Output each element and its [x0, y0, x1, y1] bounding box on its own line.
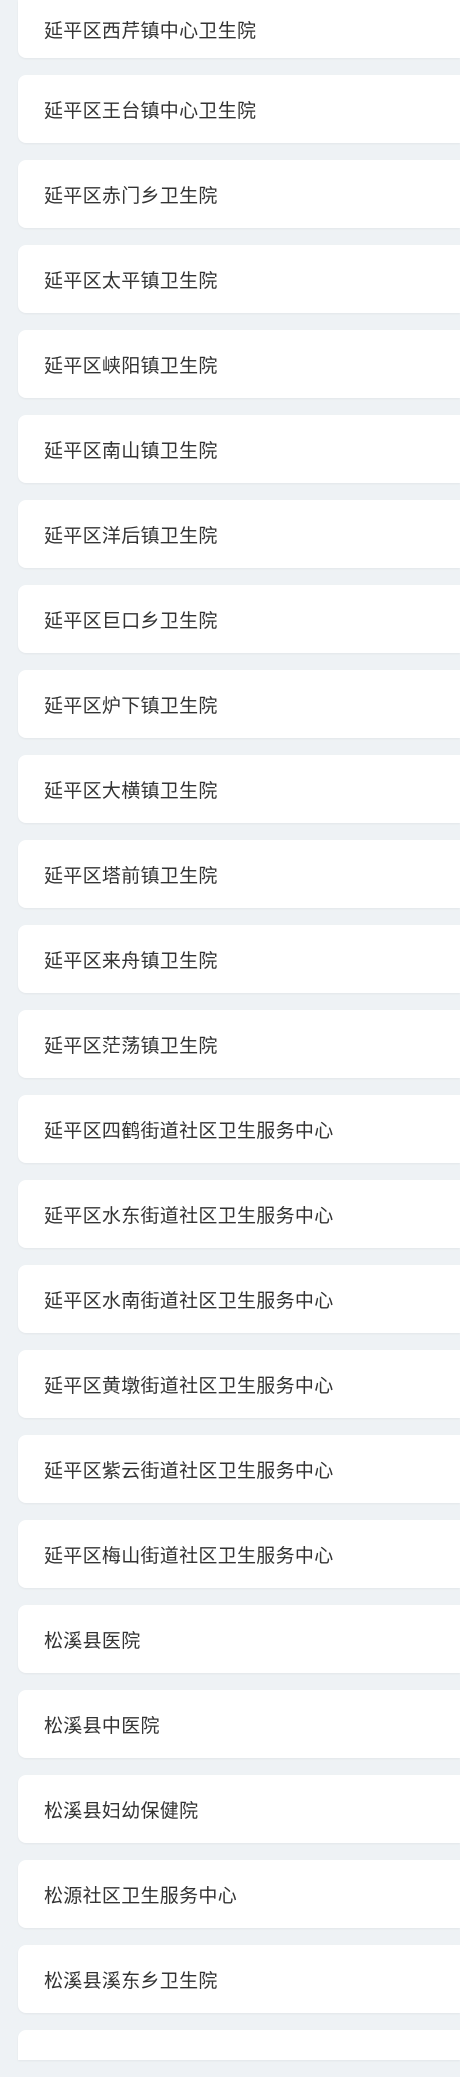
list-item-label: 松溪县中医院 [44, 1714, 160, 1737]
list-item-label: 延平区四鹤街道社区卫生服务中心 [44, 1119, 334, 1142]
list-item-label: 延平区炉下镇卫生院 [44, 694, 218, 717]
list-item[interactable]: 延平区太平镇卫生院 [18, 245, 460, 313]
list-item-label: 延平区水南街道社区卫生服务中心 [44, 1289, 334, 1312]
list-item[interactable]: 松源社区卫生服务中心 [18, 1860, 460, 1928]
list-item[interactable]: 延平区四鹤街道社区卫生服务中心 [18, 1095, 460, 1163]
list-item[interactable]: 延平区巨口乡卫生院 [18, 585, 460, 653]
list-item-label: 延平区王台镇中心卫生院 [44, 99, 257, 122]
list-item-label: 松溪县溪东乡卫生院 [44, 1969, 218, 1992]
list-item[interactable]: 延平区峡阳镇卫生院 [18, 330, 460, 398]
list-item-label: 延平区洋后镇卫生院 [44, 524, 218, 547]
list-item-label: 延平区黄墩街道社区卫生服务中心 [44, 1374, 334, 1397]
list-item[interactable]: 延平区塔前镇卫生院 [18, 840, 460, 908]
list-item-label: 松源社区卫生服务中心 [44, 1884, 238, 1907]
list-item-label: 延平区水东街道社区卫生服务中心 [44, 1204, 334, 1227]
list-item-label: 延平区梅山街道社区卫生服务中心 [44, 1544, 334, 1567]
list-item[interactable]: 延平区炉下镇卫生院 [18, 670, 460, 738]
list-item-label: 延平区紫云街道社区卫生服务中心 [44, 1459, 334, 1482]
list-item[interactable]: 松溪县中医院 [18, 1690, 460, 1758]
list-item[interactable]: 延平区南山镇卫生院 [18, 415, 460, 483]
list-item[interactable]: 松溪县溪东乡卫生院 [18, 1945, 460, 2013]
list-item-label: 延平区塔前镇卫生院 [44, 864, 218, 887]
list-item-label: 松溪县妇幼保健院 [44, 1799, 199, 1822]
list-item[interactable]: 延平区王台镇中心卫生院 [18, 75, 460, 143]
list-item[interactable]: 延平区茫荡镇卫生院 [18, 1010, 460, 1078]
list-item[interactable]: 延平区水南街道社区卫生服务中心 [18, 1265, 460, 1333]
list-item[interactable]: 延平区洋后镇卫生院 [18, 500, 460, 568]
list-item-label: 松溪县医院 [44, 1629, 141, 1652]
list-item-label: 延平区西芹镇中心卫生院 [44, 19, 257, 42]
list-item[interactable]: 松溪县妇幼保健院 [18, 1775, 460, 1843]
list-item[interactable]: 延平区大横镇卫生院 [18, 755, 460, 823]
list-item[interactable]: 延平区黄墩街道社区卫生服务中心 [18, 1350, 460, 1418]
list-item-label: 延平区太平镇卫生院 [44, 269, 218, 292]
list-item-label: 延平区来舟镇卫生院 [44, 949, 218, 972]
list-item-label: 延平区大横镇卫生院 [44, 779, 218, 802]
list-item-label: 延平区峡阳镇卫生院 [44, 354, 218, 377]
list-item[interactable]: 延平区水东街道社区卫生服务中心 [18, 1180, 460, 1248]
list-item[interactable]: 延平区来舟镇卫生院 [18, 925, 460, 993]
list-item-label: 延平区南山镇卫生院 [44, 439, 218, 462]
hospital-list: 延平区西芹镇中心卫生院 延平区王台镇中心卫生院 延平区赤门乡卫生院 延平区太平镇… [18, 0, 460, 2077]
list-item-label: 延平区赤门乡卫生院 [44, 184, 218, 207]
list-item[interactable]: 延平区西芹镇中心卫生院 [18, 0, 460, 58]
list-item-label: 延平区茫荡镇卫生院 [44, 1034, 218, 1057]
list-item[interactable]: 松溪县医院 [18, 1605, 460, 1673]
list-item-partial[interactable] [18, 2030, 460, 2060]
list-item[interactable]: 延平区赤门乡卫生院 [18, 160, 460, 228]
list-item-label: 延平区巨口乡卫生院 [44, 609, 218, 632]
list-item[interactable]: 延平区梅山街道社区卫生服务中心 [18, 1520, 460, 1588]
list-item[interactable]: 延平区紫云街道社区卫生服务中心 [18, 1435, 460, 1503]
